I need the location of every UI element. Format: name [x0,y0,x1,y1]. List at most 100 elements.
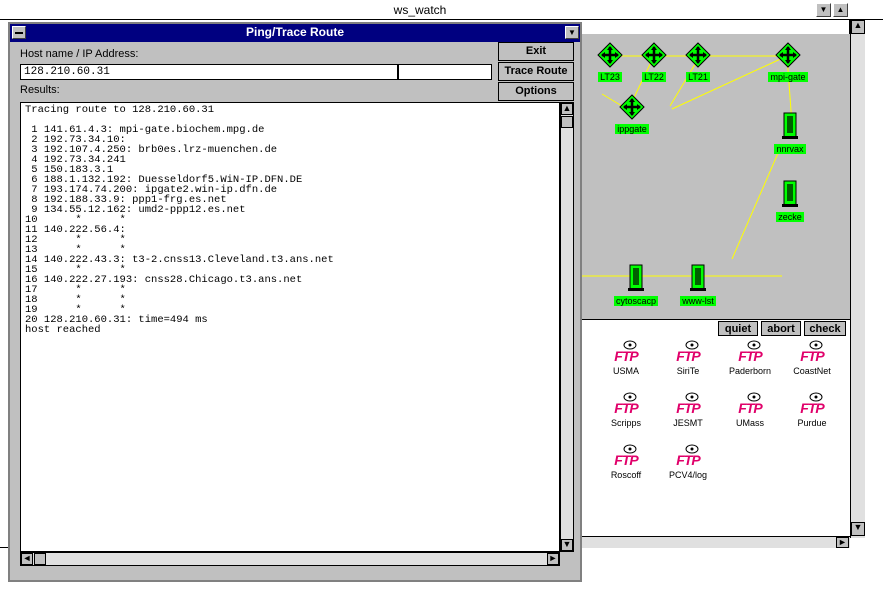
scroll-thumb[interactable] [34,553,46,565]
scroll-left-icon[interactable]: ◄ [21,553,33,565]
ftp-site-item[interactable]: FTP SiriTe [658,340,718,376]
node-label: ippgate [615,124,649,134]
host-input-extra[interactable] [398,64,492,80]
ftp-icon: FTP [658,340,718,366]
ftp-site-label: Purdue [797,418,827,428]
ftp-site-item[interactable]: FTP UMass [720,392,780,428]
router-icon [619,94,645,120]
ftp-logo: FTP [614,348,638,364]
check-button[interactable]: check [804,321,846,336]
ftp-icon: FTP [720,392,780,418]
ftp-site-item[interactable]: FTP Purdue [782,392,842,428]
router-icon [597,42,623,68]
network-map: LT23 LT22 LT21 mpi-gate ippgate nnrvax z… [582,34,850,319]
scroll-right-icon[interactable]: ► [836,537,849,548]
map-control-bar: quiet abort check [582,319,850,336]
host-input[interactable]: 128.210.60.31 [20,64,398,80]
ftp-site-item[interactable]: FTP PCV4/log [658,444,718,480]
results-vertical-scrollbar[interactable]: ▲ ▼ [560,102,574,552]
results-horizontal-scrollbar[interactable]: ◄ ► [20,552,560,566]
router-icon [685,42,711,68]
map-node-host[interactable]: cytoscacp [606,264,666,307]
ftp-panel: FTP USMA FTP SiriTe FTP Paderborn FTP CoastNet F… [582,336,850,536]
node-label: LT23 [598,72,622,82]
ftp-site-item[interactable]: FTP CoastNet [782,340,842,376]
node-label: LT21 [686,72,710,82]
abort-button[interactable]: abort [761,321,801,336]
ftp-logo: FTP [614,400,638,416]
host-icon [628,264,644,291]
quiet-button[interactable]: quiet [718,321,758,336]
result-line: 20 128.210.60.31: time=494 ms [25,314,208,326]
node-label: cytoscacp [613,296,659,306]
ping-trace-dialog: Ping/Trace Route ▼ Host name / IP Addres… [8,22,582,582]
node-label: nnrvax [774,144,806,154]
options-button[interactable]: Options [498,82,574,101]
ftp-icon: FTP [782,340,842,366]
ftp-site-label: JESMT [673,418,703,428]
router-icon [775,42,801,68]
ftp-logo: FTP [614,452,638,468]
scroll-down-icon[interactable]: ▼ [851,522,865,536]
ftp-icon: FTP [596,392,656,418]
ftp-site-label: SiriTe [676,366,700,376]
map-node-host[interactable]: www-lst [668,264,728,307]
map-node-router[interactable]: ippgate [602,94,662,135]
results-output[interactable]: Tracing route to 128.210.60.31 1 141.61.… [20,102,560,552]
ftp-icon: FTP [596,340,656,366]
dialog-title-bar[interactable]: Ping/Trace Route ▼ [10,24,580,42]
map-node-router[interactable]: LT21 [668,42,728,83]
ftp-site-item[interactable]: FTP USMA [596,340,656,376]
ftp-site-label: PCV4/log [668,470,708,480]
ftp-site-label: UMass [735,418,764,428]
ftp-logo: FTP [738,400,762,416]
ftp-site-label: Scripps [610,418,641,428]
ftp-site-item[interactable]: FTP Roscoff [596,444,656,480]
node-label: zecke [776,212,804,222]
main-title-bar: ws_watch ▼ ▲ [0,0,883,20]
map-node-host[interactable]: zecke [760,180,820,223]
host-icon [782,180,798,207]
ftp-logo: FTP [738,348,762,364]
host-icon [782,112,798,139]
ftp-site-label: USMA [612,366,639,376]
ftp-site-label: Roscoff [610,470,642,480]
main-horizontal-scrollbar[interactable]: ► [582,536,850,548]
trace-route-button[interactable]: Trace Route [498,62,574,81]
ftp-site-item[interactable]: FTP JESMT [658,392,718,428]
node-label: LT22 [642,72,666,82]
ftp-logo: FTP [676,348,700,364]
ftp-logo: FTP [676,400,700,416]
ftp-icon: FTP [720,340,780,366]
dialog-minimize-icon[interactable]: ▼ [565,26,579,39]
exit-button[interactable]: Exit [498,42,574,61]
result-line: host reached [25,324,101,336]
ftp-site-item[interactable]: FTP Paderborn [720,340,780,376]
node-label: mpi-gate [768,72,808,82]
scroll-up-icon[interactable]: ▲ [851,20,865,34]
host-label: Host name / IP Address: [20,48,139,60]
result-line: Tracing route to 128.210.60.31 [25,104,215,116]
router-icon [641,42,667,68]
ftp-logo: FTP [800,348,824,364]
main-window-title: ws_watch [393,3,447,17]
ftp-icon: FTP [596,444,656,470]
ftp-icon: FTP [658,392,718,418]
scroll-right-icon[interactable]: ► [547,553,559,565]
scroll-thumb[interactable] [561,116,573,128]
ftp-site-label: Paderborn [728,366,772,376]
minimize-button[interactable]: ▼ [816,3,831,17]
maximize-button[interactable]: ▲ [833,3,848,17]
main-vertical-scrollbar[interactable]: ▲ ▼ [850,20,865,538]
ftp-site-label: CoastNet [793,366,831,376]
scroll-down-icon[interactable]: ▼ [561,539,573,551]
map-node-host[interactable]: nnrvax [760,112,820,155]
host-icon [690,264,706,291]
node-label: www-lst [680,296,716,306]
results-label: Results: [20,84,60,96]
scroll-up-icon[interactable]: ▲ [561,103,573,115]
map-node-router[interactable]: mpi-gate [758,42,818,83]
ftp-icon: FTP [782,392,842,418]
ftp-logo: FTP [800,400,824,416]
ftp-site-item[interactable]: FTP Scripps [596,392,656,428]
